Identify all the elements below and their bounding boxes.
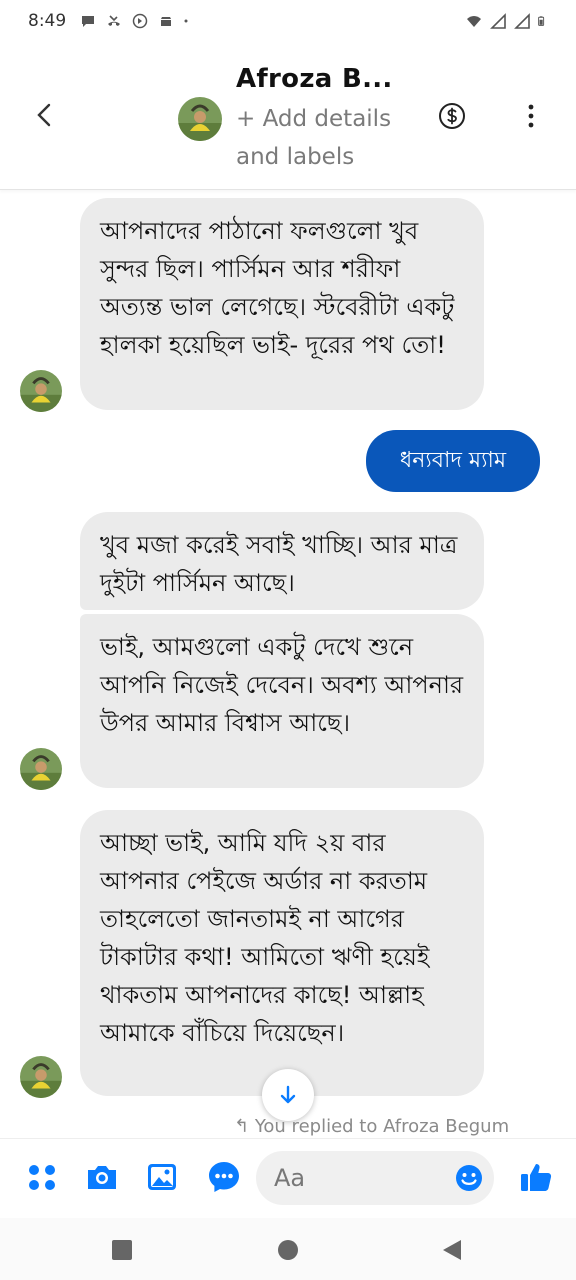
message-bubble-received[interactable]: আচ্ছা ভাই, আমি যদি ২য় বার আপনার পেইজে অ… xyxy=(80,810,484,1096)
thumbs-up-icon[interactable] xyxy=(518,1159,554,1195)
status-time: 8:49 xyxy=(28,11,67,31)
sync-icon xyxy=(132,13,148,29)
camera-icon[interactable] xyxy=(84,1159,120,1195)
android-icon xyxy=(161,17,172,26)
missed-call-icon xyxy=(108,15,121,26)
sender-avatar[interactable] xyxy=(20,1056,62,1098)
message-bubble-sent[interactable]: ধন্যবাদ ম্যাম xyxy=(366,430,540,492)
back-icon[interactable] xyxy=(30,100,60,130)
dollar-icon[interactable] xyxy=(438,102,466,130)
dot-icon xyxy=(184,19,188,23)
battery-icon xyxy=(538,16,545,26)
message-input[interactable]: Aa xyxy=(256,1151,494,1205)
contact-avatar[interactable] xyxy=(178,97,222,141)
chat-notification-icon xyxy=(82,16,95,27)
arrow-down-icon xyxy=(280,1085,296,1104)
home-icon[interactable] xyxy=(276,1238,300,1262)
add-details-link[interactable]: + Add details and labels xyxy=(236,100,416,176)
system-icons xyxy=(466,13,548,29)
notification-icons xyxy=(80,13,192,29)
chat-bubble-icon[interactable] xyxy=(206,1159,242,1195)
reply-icon: ↰ xyxy=(234,1116,255,1137)
sender-avatar[interactable] xyxy=(20,370,62,412)
gallery-icon[interactable] xyxy=(144,1159,180,1195)
message-input-placeholder: Aa xyxy=(274,1164,306,1192)
contact-name[interactable]: Afroza B... xyxy=(236,64,393,94)
back-nav-icon[interactable] xyxy=(440,1238,464,1262)
more-vertical-icon[interactable] xyxy=(520,102,542,130)
message-bubble-received[interactable]: ভাই, আমগুলো একটু দেখে শুনে আপনি নিজেই দে… xyxy=(80,614,484,788)
replied-note: ↰ You replied to Afroza Begum xyxy=(234,1116,509,1137)
message-composer: Aa xyxy=(0,1138,576,1218)
sender-avatar[interactable] xyxy=(20,748,62,790)
emoji-icon[interactable] xyxy=(454,1163,484,1193)
signal-icon xyxy=(490,13,506,29)
message-bubble-received[interactable]: আপনাদের পাঠানো ফলগুলো খুব সুন্দর ছিল। পা… xyxy=(80,198,484,410)
scroll-to-bottom-button[interactable] xyxy=(262,1069,314,1121)
status-bar: 8:49 xyxy=(0,0,576,42)
wifi-icon xyxy=(467,16,481,27)
apps-icon[interactable] xyxy=(24,1159,60,1195)
replied-note-text: You replied to Afroza Begum xyxy=(254,1116,510,1137)
chat-header: Afroza B... + Add details and labels xyxy=(0,42,576,190)
message-bubble-received[interactable]: খুব মজা করেই সবাই খাচ্ছি। আর মাত্র দুইটা… xyxy=(80,512,484,610)
recents-icon[interactable] xyxy=(110,1238,134,1262)
system-nav-bar xyxy=(0,1218,576,1280)
signal-icon-2 xyxy=(514,13,530,29)
